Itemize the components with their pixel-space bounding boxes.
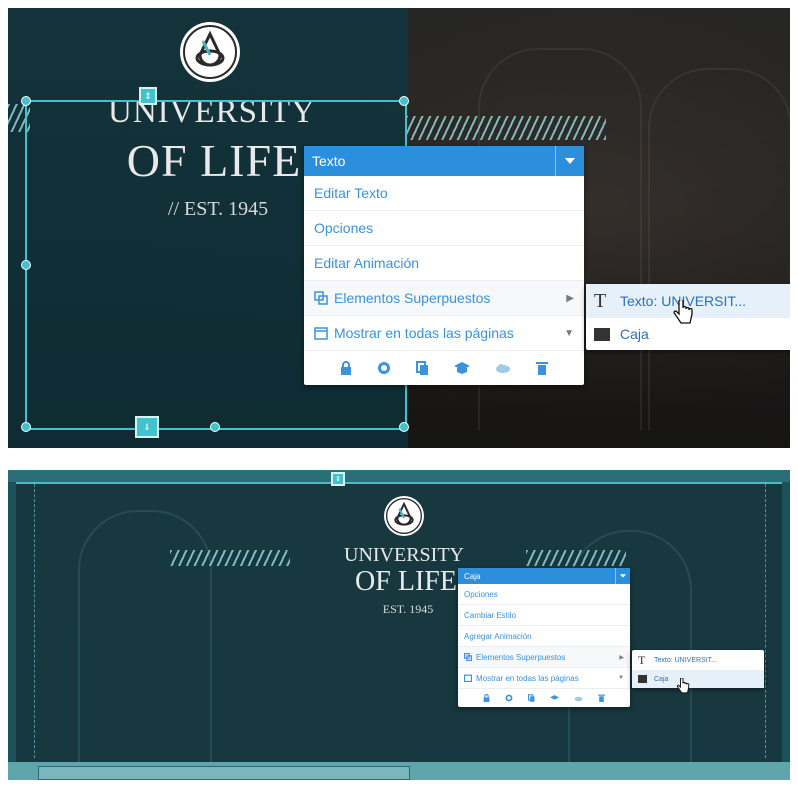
menu-item-label: Cambiar Estilo bbox=[464, 610, 517, 620]
submenu-item-box[interactable]: Caja bbox=[632, 670, 764, 688]
decorative-hatch-left bbox=[170, 550, 290, 566]
cloud-icon[interactable] bbox=[574, 695, 583, 702]
menu-item-options[interactable]: Opciones bbox=[304, 211, 584, 246]
trash-icon[interactable] bbox=[535, 361, 548, 375]
box-icon bbox=[638, 675, 647, 683]
calendar-checkbox-icon[interactable] bbox=[464, 674, 472, 682]
menu-item-label: Editar Texto bbox=[314, 185, 388, 201]
chevron-down-icon[interactable]: ▼ bbox=[564, 328, 574, 339]
copy-icon[interactable] bbox=[416, 361, 429, 375]
menu-header[interactable]: Texto bbox=[304, 146, 584, 176]
logo-knot-icon bbox=[386, 498, 422, 534]
menu-item-label: Editar Animación bbox=[314, 255, 420, 271]
resize-handle-top-left[interactable] bbox=[21, 96, 31, 106]
background-arch bbox=[648, 68, 790, 430]
layers-icon[interactable] bbox=[505, 694, 513, 702]
chevron-right-icon: ▶ bbox=[619, 654, 624, 661]
menu-action-bar bbox=[304, 351, 584, 385]
next-section-preview bbox=[8, 762, 790, 780]
resize-handle-bottom-left[interactable] bbox=[21, 422, 31, 432]
menu-item-add-animation[interactable]: Agregar Animación bbox=[458, 626, 630, 647]
resize-handle-bottom-right[interactable] bbox=[399, 422, 409, 432]
menu-action-bar bbox=[458, 689, 630, 707]
trash-icon[interactable] bbox=[597, 694, 605, 702]
university-logo bbox=[384, 496, 424, 536]
copy-icon[interactable] bbox=[528, 694, 535, 702]
chevron-down-icon[interactable] bbox=[615, 568, 630, 584]
menu-item-label: Elementos Superpuestos bbox=[476, 652, 566, 662]
chevron-down-icon[interactable]: ▼ bbox=[618, 675, 624, 681]
hand-cursor-icon bbox=[673, 300, 693, 324]
menu-item-overlapping[interactable]: Elementos Superpuestos ▶ bbox=[304, 281, 584, 316]
brand-line-1: UNIVERSITY bbox=[344, 544, 464, 566]
editor-canvas-top[interactable]: UNIVERSITY OF LIFE // EST. 1945 ⇕ ⇓ Text… bbox=[8, 8, 790, 448]
submenu-item-label: Texto: UNIVERSIT... bbox=[654, 656, 718, 664]
move-handle-bottom[interactable]: ⇓ bbox=[135, 416, 159, 438]
editor-canvas-bottom[interactable]: ⇕ UNIVERSITY OF LIFE EST. 1945 Caja Opci… bbox=[8, 470, 790, 780]
move-handle-top[interactable]: ⇕ bbox=[331, 472, 345, 486]
next-section-frame bbox=[38, 766, 410, 780]
menu-item-label: Mostrar en todas las páginas bbox=[476, 673, 579, 683]
lock-icon[interactable] bbox=[340, 361, 352, 375]
calendar-checkbox-icon[interactable] bbox=[314, 326, 328, 340]
context-menu: Texto Editar Texto Opciones Editar Anima… bbox=[304, 146, 584, 385]
submenu-item-label: Caja bbox=[654, 675, 669, 683]
university-logo bbox=[180, 22, 240, 82]
text-t-icon: T bbox=[594, 289, 607, 312]
submenu-item-label: Caja bbox=[620, 326, 649, 342]
decorative-hatch-right bbox=[526, 550, 626, 566]
section-left-edge bbox=[8, 482, 16, 762]
resize-handle-bottom[interactable] bbox=[210, 422, 220, 432]
menu-item-options[interactable]: Opciones bbox=[458, 584, 630, 605]
layers-icon bbox=[314, 291, 328, 305]
brand-line-3: EST. 1945 bbox=[382, 602, 434, 616]
section-right-edge bbox=[782, 482, 790, 762]
overlap-submenu: T Texto: UNIVERSIT... Caja bbox=[632, 650, 764, 688]
menu-item-overlapping[interactable]: Elementos Superpuestos ▶ bbox=[458, 647, 630, 668]
menu-item-show-all-pages[interactable]: Mostrar en todas las páginas ▼ bbox=[304, 316, 584, 351]
chevron-right-icon: ▶ bbox=[566, 292, 574, 304]
hat-icon[interactable] bbox=[453, 362, 470, 374]
lock-icon[interactable] bbox=[483, 694, 490, 702]
hand-cursor-icon bbox=[676, 678, 690, 694]
menu-item-edit-text[interactable]: Editar Texto bbox=[304, 176, 584, 211]
text-t-icon: T bbox=[638, 652, 646, 667]
context-menu: Caja Opciones Cambiar Estilo Agregar Ani… bbox=[458, 568, 630, 707]
logo-knot-icon bbox=[183, 25, 237, 79]
submenu-item-text[interactable]: T Texto: UNIVERSIT... bbox=[632, 650, 764, 670]
menu-item-label: Mostrar en todas las páginas bbox=[334, 325, 514, 341]
resize-handle-left[interactable] bbox=[21, 260, 31, 270]
menu-item-change-style[interactable]: Cambiar Estilo bbox=[458, 605, 630, 626]
menu-item-show-all-pages[interactable]: Mostrar en todas las páginas ▼ bbox=[458, 668, 630, 689]
move-handle-top[interactable]: ⇕ bbox=[139, 87, 157, 105]
hat-icon[interactable] bbox=[549, 694, 559, 702]
decorative-hatch-right bbox=[406, 116, 606, 140]
menu-item-edit-animation[interactable]: Editar Animación bbox=[304, 246, 584, 281]
cloud-icon[interactable] bbox=[495, 362, 511, 374]
box-icon bbox=[594, 327, 610, 341]
menu-item-label: Opciones bbox=[464, 589, 498, 599]
section-top-border bbox=[8, 470, 790, 484]
chevron-down-icon[interactable] bbox=[555, 146, 584, 176]
menu-header-label: Texto bbox=[312, 153, 346, 169]
menu-item-label: Elementos Superpuestos bbox=[334, 290, 491, 306]
menu-header-label: Caja bbox=[464, 571, 481, 581]
menu-item-label: Opciones bbox=[314, 220, 374, 236]
menu-item-label: Agregar Animación bbox=[464, 631, 532, 641]
layers-icon[interactable] bbox=[377, 361, 391, 375]
menu-header[interactable]: Caja bbox=[458, 568, 630, 584]
resize-handle-top-right[interactable] bbox=[399, 96, 409, 106]
layers-icon bbox=[464, 653, 472, 661]
